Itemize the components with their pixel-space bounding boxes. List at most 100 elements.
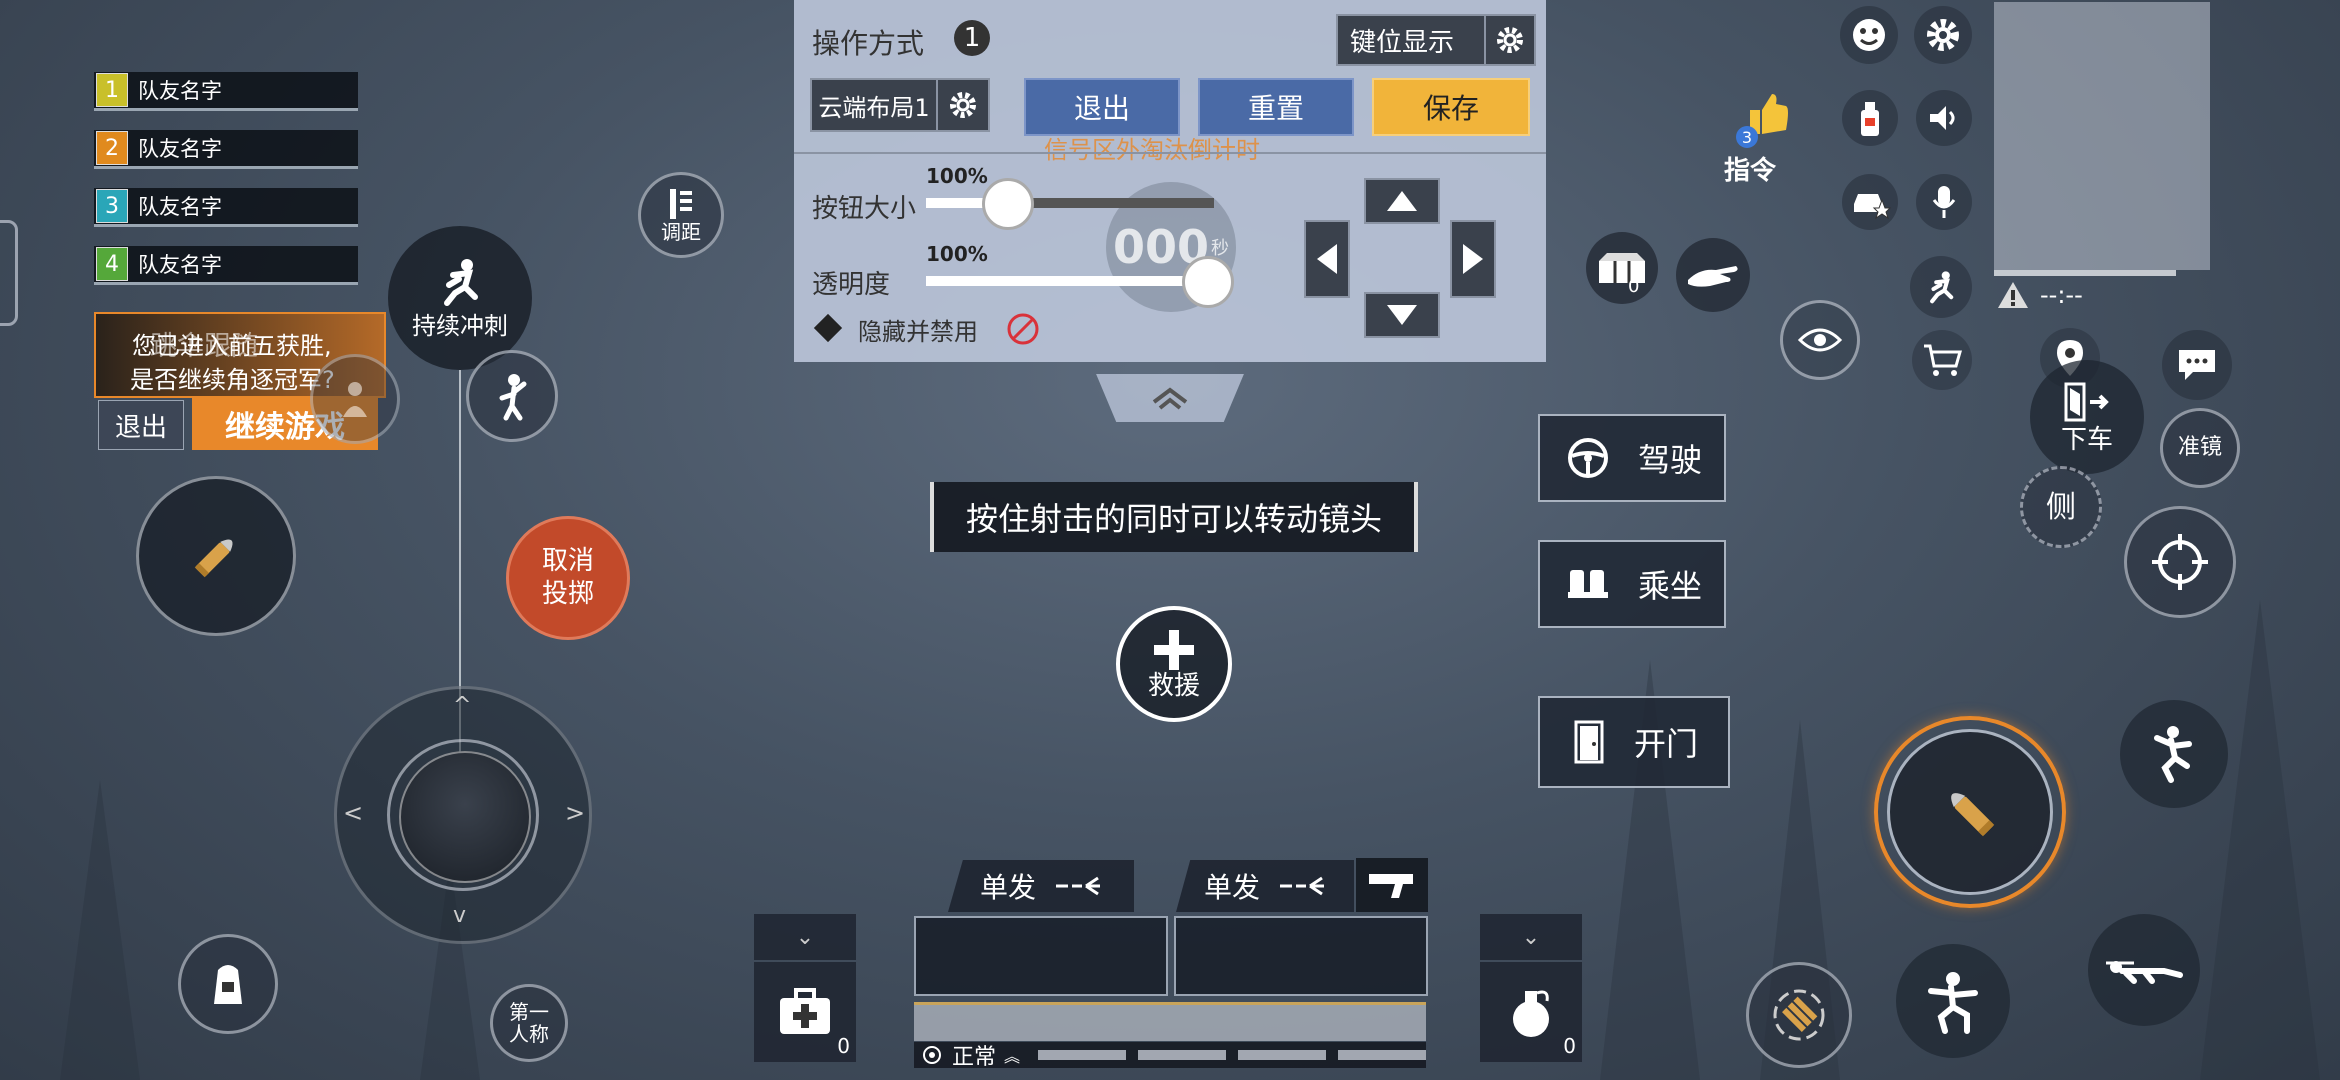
vehicle-mark-button[interactable]: [1842, 174, 1898, 230]
editor-reset-button[interactable]: 重置: [1198, 78, 1354, 136]
key-display-gear-icon[interactable]: [1484, 14, 1536, 66]
spray-can-icon: [1861, 102, 1879, 136]
pistol-icon: [1369, 874, 1413, 898]
lean-button[interactable]: 侧: [2020, 466, 2102, 548]
fire-button-left[interactable]: [136, 476, 296, 636]
minimap[interactable]: [1994, 2, 2210, 270]
cloud-layout-button[interactable]: 云端布局1: [810, 78, 938, 132]
button-size-handle[interactable]: [982, 178, 1034, 230]
dpad-down-button[interactable]: [1364, 292, 1440, 338]
dpad-left-button[interactable]: [1304, 220, 1350, 298]
throwing-person-icon: [499, 374, 527, 421]
weapon-slot-2[interactable]: [1174, 916, 1428, 996]
prohibit-icon[interactable]: [1006, 312, 1040, 346]
medkit-expand-button[interactable]: ⌄: [754, 914, 856, 960]
key-display-button[interactable]: 键位显示: [1336, 14, 1498, 66]
prompt-line-1: 您已进入前五获胜,: [132, 332, 332, 360]
left-edge-tab[interactable]: [0, 220, 18, 326]
scope-button[interactable]: 准镜: [2160, 408, 2240, 488]
hand-icon: [1688, 266, 1738, 287]
pistol-slot-button[interactable]: [1356, 858, 1428, 912]
teammate-number: 4: [96, 247, 128, 281]
layout-editor-panel: 操作方式 1 键位显示 云端布局1 退出 重置 保存 信号区外淘汰倒计时 000…: [794, 0, 1546, 362]
command-badge: 3: [1736, 126, 1758, 148]
fire-button-main[interactable]: [1874, 716, 2066, 908]
speaker-button[interactable]: [1916, 90, 1972, 146]
aim-button[interactable]: [2124, 506, 2236, 618]
opacity-value: 100%: [926, 242, 988, 266]
running-man-icon: [444, 258, 478, 306]
opacity-slider[interactable]: [926, 256, 1234, 308]
dpad-up-button[interactable]: [1364, 178, 1440, 224]
minimap-status-text: --:--: [2040, 281, 2083, 309]
teammate-number: 3: [96, 189, 128, 223]
free-look-button[interactable]: [1780, 300, 1860, 380]
hide-disable-label[interactable]: 隐藏并禁用: [858, 312, 978, 347]
chevron-down-icon: ⌄: [1521, 924, 1541, 950]
crate-button[interactable]: 0: [1586, 232, 1658, 304]
teammate-name: 队友名字: [138, 137, 222, 161]
prompt-exit-button[interactable]: 退出: [98, 400, 184, 450]
minimap-progress-bar: [1994, 270, 2176, 276]
plus-icon: [1154, 629, 1194, 670]
auto-run-button[interactable]: [1910, 256, 1972, 318]
exit-vehicle-button[interactable]: 下车: [2030, 360, 2144, 474]
triangle-up-icon: [1387, 191, 1417, 211]
microphone-button[interactable]: [1916, 174, 1972, 230]
jump-button[interactable]: [2120, 700, 2228, 808]
opacity-handle[interactable]: [1182, 256, 1234, 308]
editor-save-button[interactable]: 保存: [1372, 78, 1530, 136]
cancel-throw-button[interactable]: 取消 投掷: [506, 516, 630, 640]
movement-joystick[interactable]: ^ v < >: [334, 686, 592, 944]
spray-button[interactable]: [1842, 90, 1898, 146]
triangle-left-icon: [1317, 244, 1337, 274]
sprint-label: 持续冲刺: [412, 311, 508, 340]
shop-button[interactable]: [1912, 330, 1972, 390]
editor-exit-button[interactable]: 退出: [1024, 78, 1180, 136]
sprint-button[interactable]: 持续冲刺: [388, 226, 532, 370]
dpad-right-button[interactable]: [1450, 220, 1496, 298]
throw-pose-button[interactable]: [466, 350, 558, 442]
adjust-distance-button[interactable]: 调距: [638, 172, 724, 258]
weapon-slot-1[interactable]: [914, 916, 1168, 996]
medkit-button[interactable]: 0: [754, 962, 856, 1062]
joystick-knob[interactable]: [399, 751, 531, 883]
pickup-hand-button[interactable]: [1676, 238, 1750, 312]
hint-banner: 按住射击的同时可以转动镜头: [930, 482, 1418, 552]
warning-icon: [1998, 282, 2028, 308]
rescue-button[interactable]: 救援: [1116, 606, 1232, 722]
person-icon: [343, 382, 367, 417]
grenade-expand-button[interactable]: ⌄: [1480, 914, 1582, 960]
status-segments: [1038, 1050, 1426, 1060]
cloud-layout-gear-icon[interactable]: [936, 78, 990, 132]
first-person-button[interactable]: 第一 人称: [490, 984, 568, 1062]
collapse-panel-button[interactable]: [1096, 374, 1244, 422]
backpack-button[interactable]: [178, 934, 278, 1034]
grenade-button[interactable]: 0: [1480, 962, 1582, 1062]
crouch-button[interactable]: [1896, 944, 2010, 1058]
chat-button[interactable]: [2162, 330, 2232, 400]
settings-button[interactable]: [1914, 6, 1972, 64]
open-door-button[interactable]: 开门: [1538, 696, 1730, 788]
peek-button[interactable]: [310, 354, 400, 444]
button-size-label: 按钮大小: [812, 194, 917, 224]
fire-mode-header-1[interactable]: 单发: [948, 860, 1134, 912]
signal-countdown-text: 信号区外淘汰倒计时: [1044, 136, 1260, 164]
crouching-person-icon: [1928, 972, 1978, 1034]
reload-button[interactable]: [1746, 962, 1852, 1068]
ride-button[interactable]: 乘坐: [1538, 540, 1726, 628]
status-indicator: 正常 ︽: [914, 1042, 1426, 1070]
first-person-line-2: 人称: [509, 1022, 549, 1046]
command-button[interactable]: 3 指令: [1710, 92, 1790, 186]
steering-wheel-icon: [1568, 438, 1608, 478]
emote-button[interactable]: [1840, 6, 1898, 64]
single-shot-icon: [1280, 876, 1324, 896]
opacity-label: 透明度: [812, 270, 891, 300]
command-label: 指令: [1724, 156, 1777, 186]
fire-mode-header-2[interactable]: 单发: [1176, 860, 1354, 912]
drive-button[interactable]: 驾驶: [1538, 414, 1726, 502]
button-size-slider[interactable]: [926, 178, 1214, 230]
bullet-icon: [194, 539, 233, 578]
key-display-label: 键位显示: [1350, 27, 1455, 58]
prone-button[interactable]: [2088, 914, 2200, 1026]
